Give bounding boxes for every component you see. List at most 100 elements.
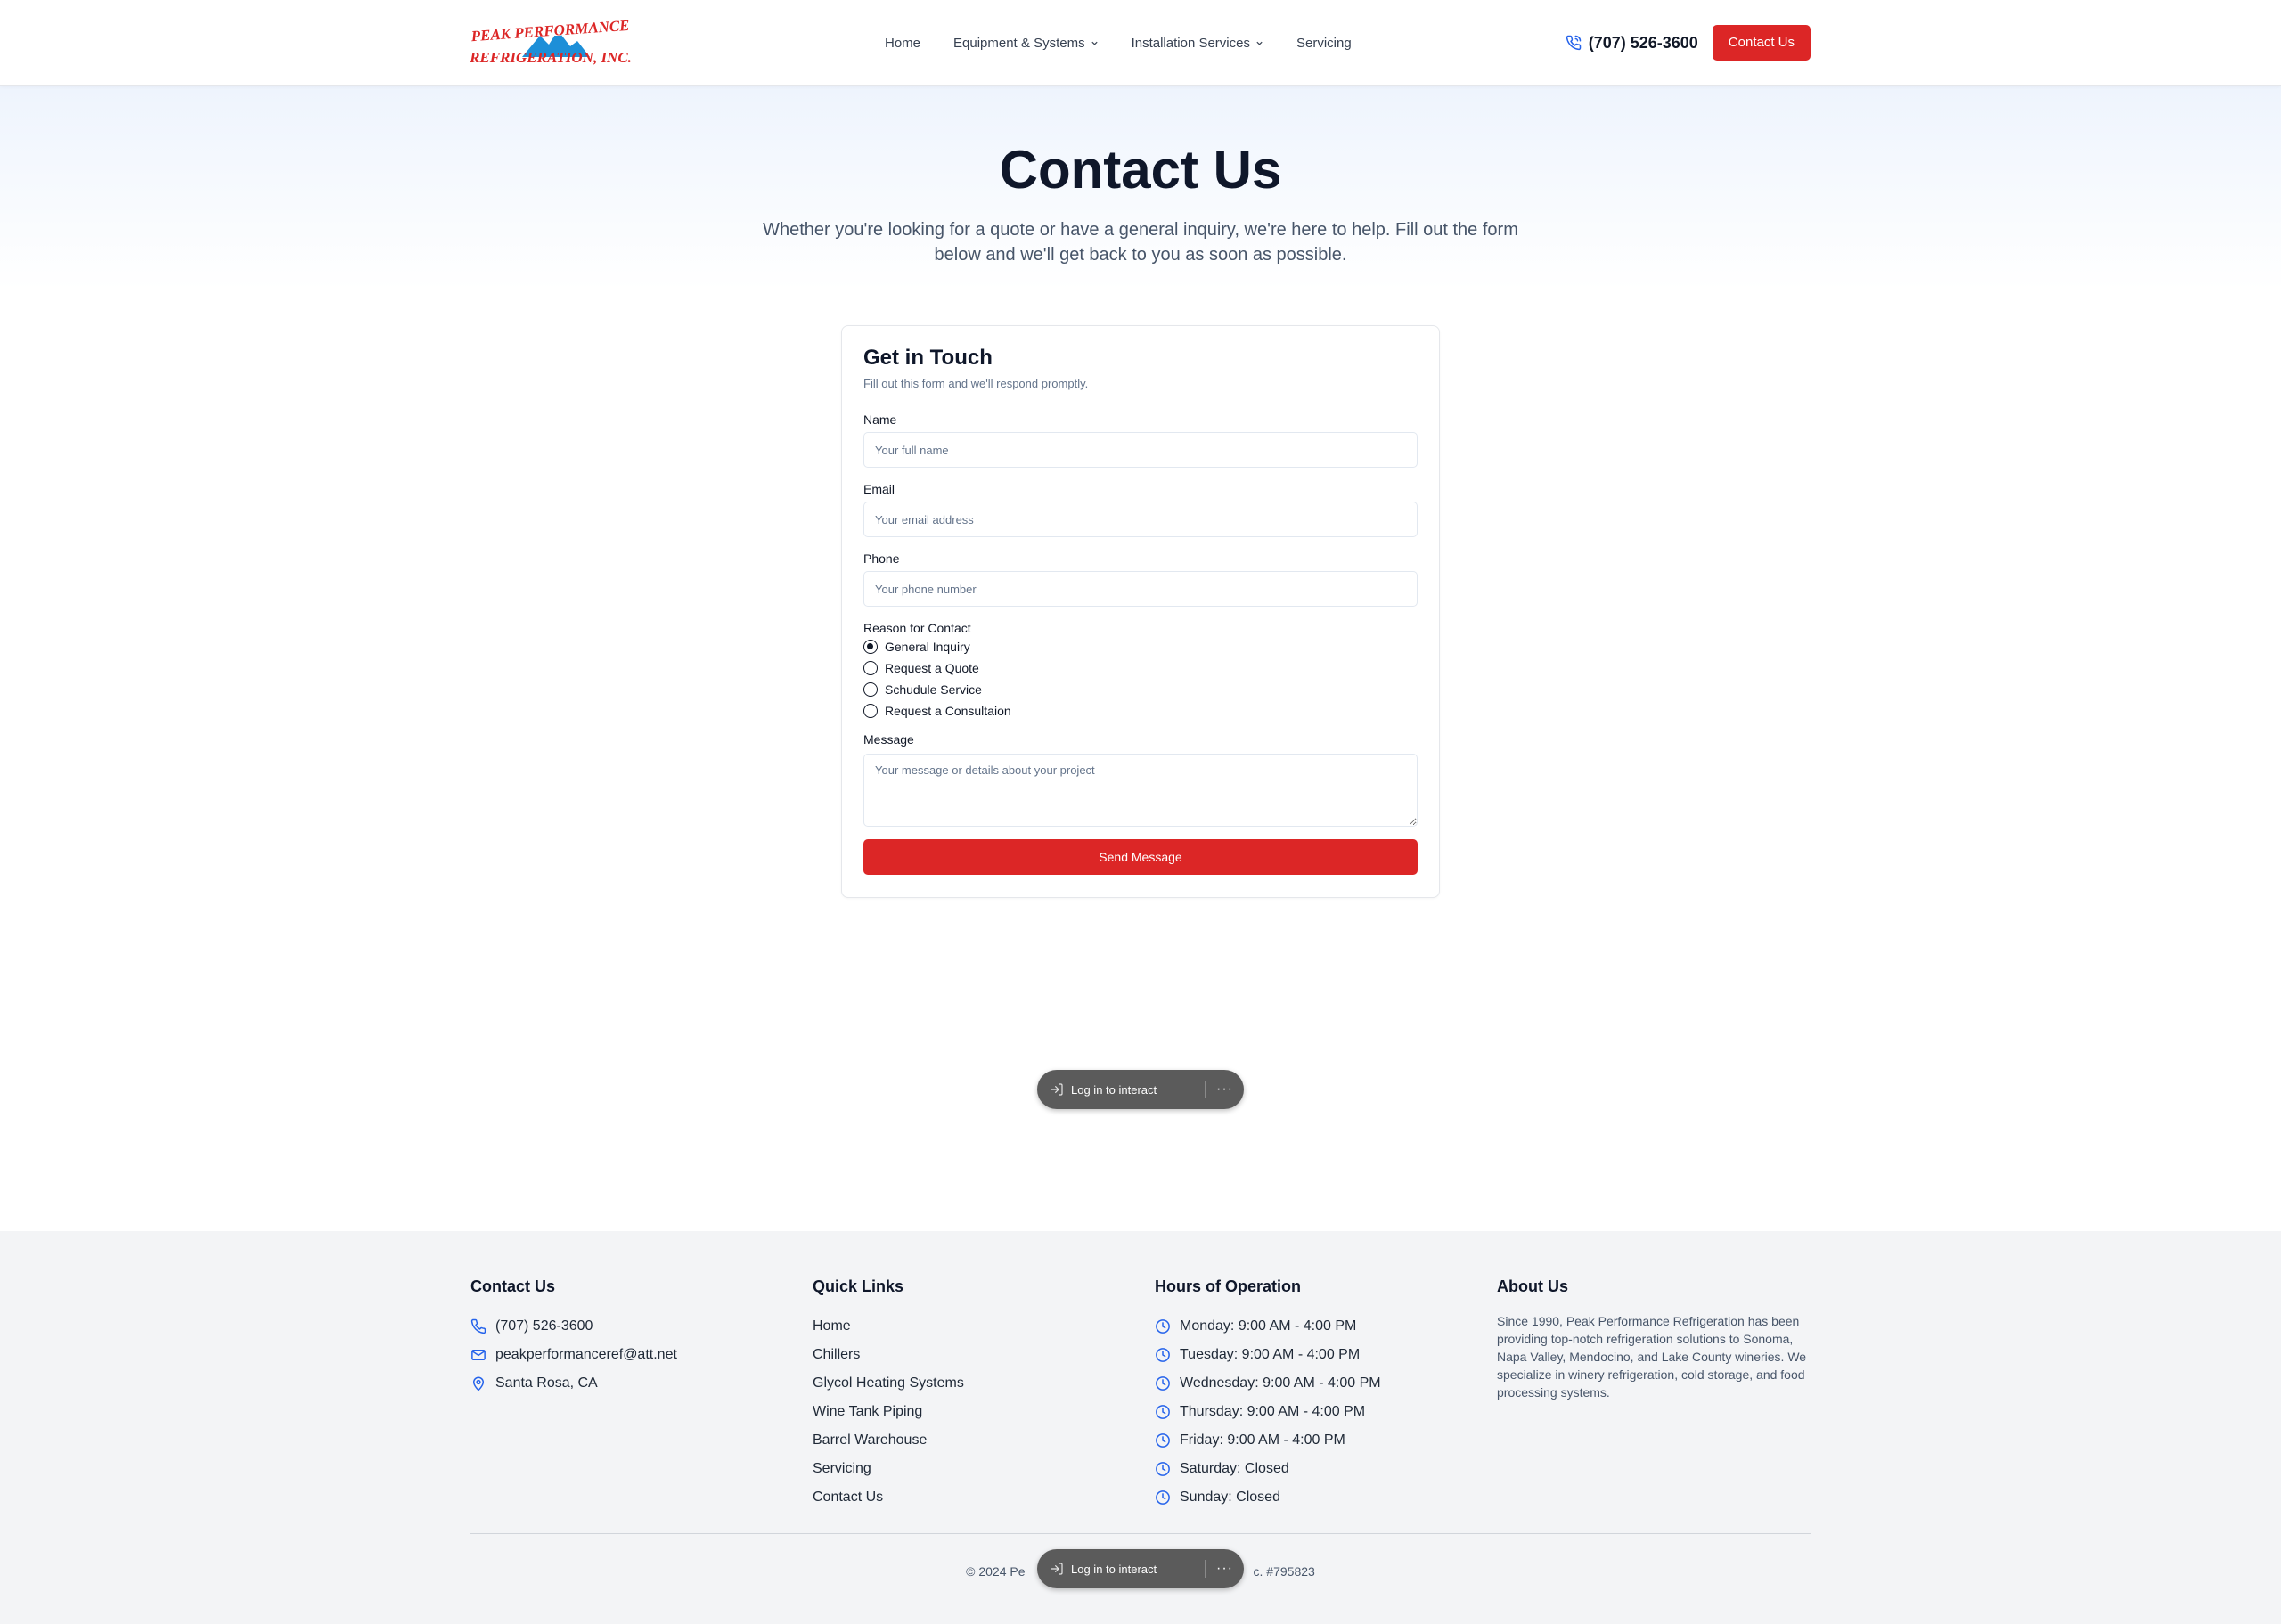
site-header: PEAK PERFORMANCE REFRIGERATION, INC. Hom… (0, 0, 2281, 86)
footer-link-contact[interactable]: Contact Us (813, 1483, 964, 1512)
form-subtitle: Fill out this form and we'll respond pro… (863, 377, 1089, 390)
reason-option-consultation[interactable]: Request a Consultaion (863, 704, 1011, 718)
footer-about-title: About Us (1497, 1277, 1568, 1295)
name-label: Name (863, 412, 897, 427)
footer-link-barrel[interactable]: Barrel Warehouse (813, 1426, 964, 1455)
radio-unchecked[interactable] (863, 682, 878, 697)
footer-phone-text: (707) 526-3600 (495, 1318, 593, 1334)
login-to-interact-button[interactable]: Log in to interact (1037, 1549, 1205, 1588)
login-label: Log in to interact (1071, 1082, 1157, 1097)
header-phone[interactable]: (707) 526-3600 (1566, 34, 1698, 53)
radio-label: General Inquiry (885, 640, 970, 654)
reason-option-request-quote[interactable]: Request a Quote (863, 661, 979, 675)
header-actions: (707) 526-3600 Contact Us (1566, 25, 1811, 61)
mail-icon (471, 1350, 486, 1360)
nav-item-equipment[interactable]: Equipment & Systems (953, 36, 1099, 51)
chevron-down-icon (1091, 41, 1098, 45)
radio-label: Schudule Service (885, 682, 982, 697)
nav-item-home[interactable]: Home (885, 36, 920, 51)
name-input[interactable] (863, 432, 1418, 468)
reason-option-general-inquiry[interactable]: General Inquiry (863, 640, 970, 654)
send-message-button[interactable]: Send Message (863, 839, 1418, 875)
message-label: Message (863, 732, 914, 747)
login-toolbar: Log in to interact ··· (1037, 1070, 1244, 1109)
reason-label: Reason for Contact (863, 621, 971, 635)
radio-unchecked[interactable] (863, 704, 878, 718)
contact-us-button[interactable]: Contact Us (1712, 25, 1811, 61)
footer-hours-title: Hours of Operation (1155, 1277, 1302, 1295)
page-title: Contact Us (999, 140, 1282, 200)
clock-icon (1156, 1319, 1170, 1334)
email-label: Email (863, 482, 895, 496)
login-toolbar-bottom: Log in to interact ··· (1037, 1549, 1244, 1588)
footer-location-text: Santa Rosa, CA (495, 1375, 598, 1391)
map-pin-icon (472, 1376, 485, 1391)
more-options-icon[interactable]: ··· (1206, 1561, 1244, 1577)
company-logo[interactable]: PEAK PERFORMANCE REFRIGERATION, INC. (470, 16, 631, 69)
logo-line-1: PEAK PERFORMANCE (470, 17, 630, 45)
login-to-interact-button[interactable]: Log in to interact (1037, 1070, 1205, 1109)
footer-link-wine-tank[interactable]: Wine Tank Piping (813, 1398, 964, 1426)
header-inner: PEAK PERFORMANCE REFRIGERATION, INC. Hom… (470, 0, 1811, 86)
contact-form-card: Get in Touch Fill out this form and we'l… (841, 325, 1440, 898)
clock-icon (1156, 1348, 1170, 1362)
logo-line-2: REFRIGERATION, INC. (470, 49, 631, 66)
radio-checked[interactable] (863, 640, 878, 654)
footer-email[interactable]: peakperformanceref@att.net (470, 1341, 677, 1369)
footer-links-title: Quick Links (813, 1277, 904, 1295)
nav-item-servicing[interactable]: Servicing (1296, 36, 1352, 51)
login-icon (1051, 1563, 1063, 1575)
radio-label: Request a Consultaion (885, 704, 1011, 718)
hours-row: Thursday: 9:00 AM - 4:00 PM (1155, 1398, 1381, 1426)
radio-label: Request a Quote (885, 661, 979, 675)
hours-row: Friday: 9:00 AM - 4:00 PM (1155, 1426, 1381, 1455)
radio-unchecked[interactable] (863, 661, 878, 675)
hours-text: Sunday: Closed (1180, 1489, 1280, 1505)
message-textarea[interactable] (863, 754, 1418, 827)
footer-hours: Hours of Operation Monday: 9:00 AM - 4:0… (1155, 1277, 1381, 1512)
footer-link-servicing[interactable]: Servicing (813, 1455, 964, 1483)
footer-location: Santa Rosa, CA (470, 1369, 677, 1398)
phone-icon (470, 1318, 486, 1334)
clock-icon (1156, 1462, 1170, 1476)
nav-item-installation[interactable]: Installation Services (1132, 36, 1263, 51)
hours-text: Monday: 9:00 AM - 4:00 PM (1180, 1318, 1357, 1334)
footer-about: About Us Since 1990, Peak Performance Re… (1497, 1277, 1811, 1401)
hours-text: Saturday: Closed (1180, 1461, 1289, 1476)
footer-link-chillers[interactable]: Chillers (813, 1341, 964, 1369)
login-label: Log in to interact (1071, 1562, 1157, 1576)
hours-text: Tuesday: 9:00 AM - 4:00 PM (1180, 1347, 1361, 1362)
reason-option-schedule-service[interactable]: Schudule Service (863, 682, 982, 697)
clock-icon (1156, 1433, 1170, 1448)
footer-link-glycol[interactable]: Glycol Heating Systems (813, 1369, 964, 1398)
more-options-icon[interactable]: ··· (1206, 1081, 1244, 1098)
hours-row: Monday: 9:00 AM - 4:00 PM (1155, 1312, 1381, 1341)
hours-row: Sunday: Closed (1155, 1483, 1381, 1512)
phone-input[interactable] (863, 571, 1418, 607)
clock-icon (1156, 1490, 1170, 1505)
copyright-left: © 2024 Pe (966, 1564, 1026, 1579)
phone-icon (1566, 35, 1581, 51)
footer-email-text: peakperformanceref@att.net (495, 1347, 677, 1362)
clock-icon (1156, 1376, 1170, 1391)
footer-link-home[interactable]: Home (813, 1312, 964, 1341)
email-input[interactable] (863, 502, 1418, 537)
hours-text: Thursday: 9:00 AM - 4:00 PM (1180, 1404, 1366, 1419)
hours-row: Wednesday: 9:00 AM - 4:00 PM (1155, 1369, 1381, 1398)
footer-contact-title: Contact Us (470, 1277, 556, 1295)
chevron-down-icon (1256, 41, 1263, 45)
footer-divider (470, 1533, 1811, 1534)
hero-section: Contact Us Whether you're looking for a … (0, 86, 2281, 290)
footer-phone[interactable]: (707) 526-3600 (470, 1312, 677, 1341)
hours-row: Tuesday: 9:00 AM - 4:00 PM (1155, 1341, 1381, 1369)
clock-icon (1156, 1405, 1170, 1419)
copyright-right: c. #795823 (1253, 1564, 1315, 1579)
main-nav: Home Equipment & Systems Installation Se… (885, 0, 1352, 86)
nav-item-label: Installation Services (1131, 35, 1250, 51)
nav-item-label: Equipment & Systems (953, 35, 1085, 51)
hours-text: Wednesday: 9:00 AM - 4:00 PM (1180, 1375, 1381, 1391)
nav-item-label: Home (885, 35, 921, 51)
page-subtitle: Whether you're looking for a quote or ha… (763, 220, 1518, 265)
footer-contact: Contact Us (707) 526-3600 peakperformanc… (470, 1277, 677, 1398)
form-title: Get in Touch (863, 346, 993, 370)
